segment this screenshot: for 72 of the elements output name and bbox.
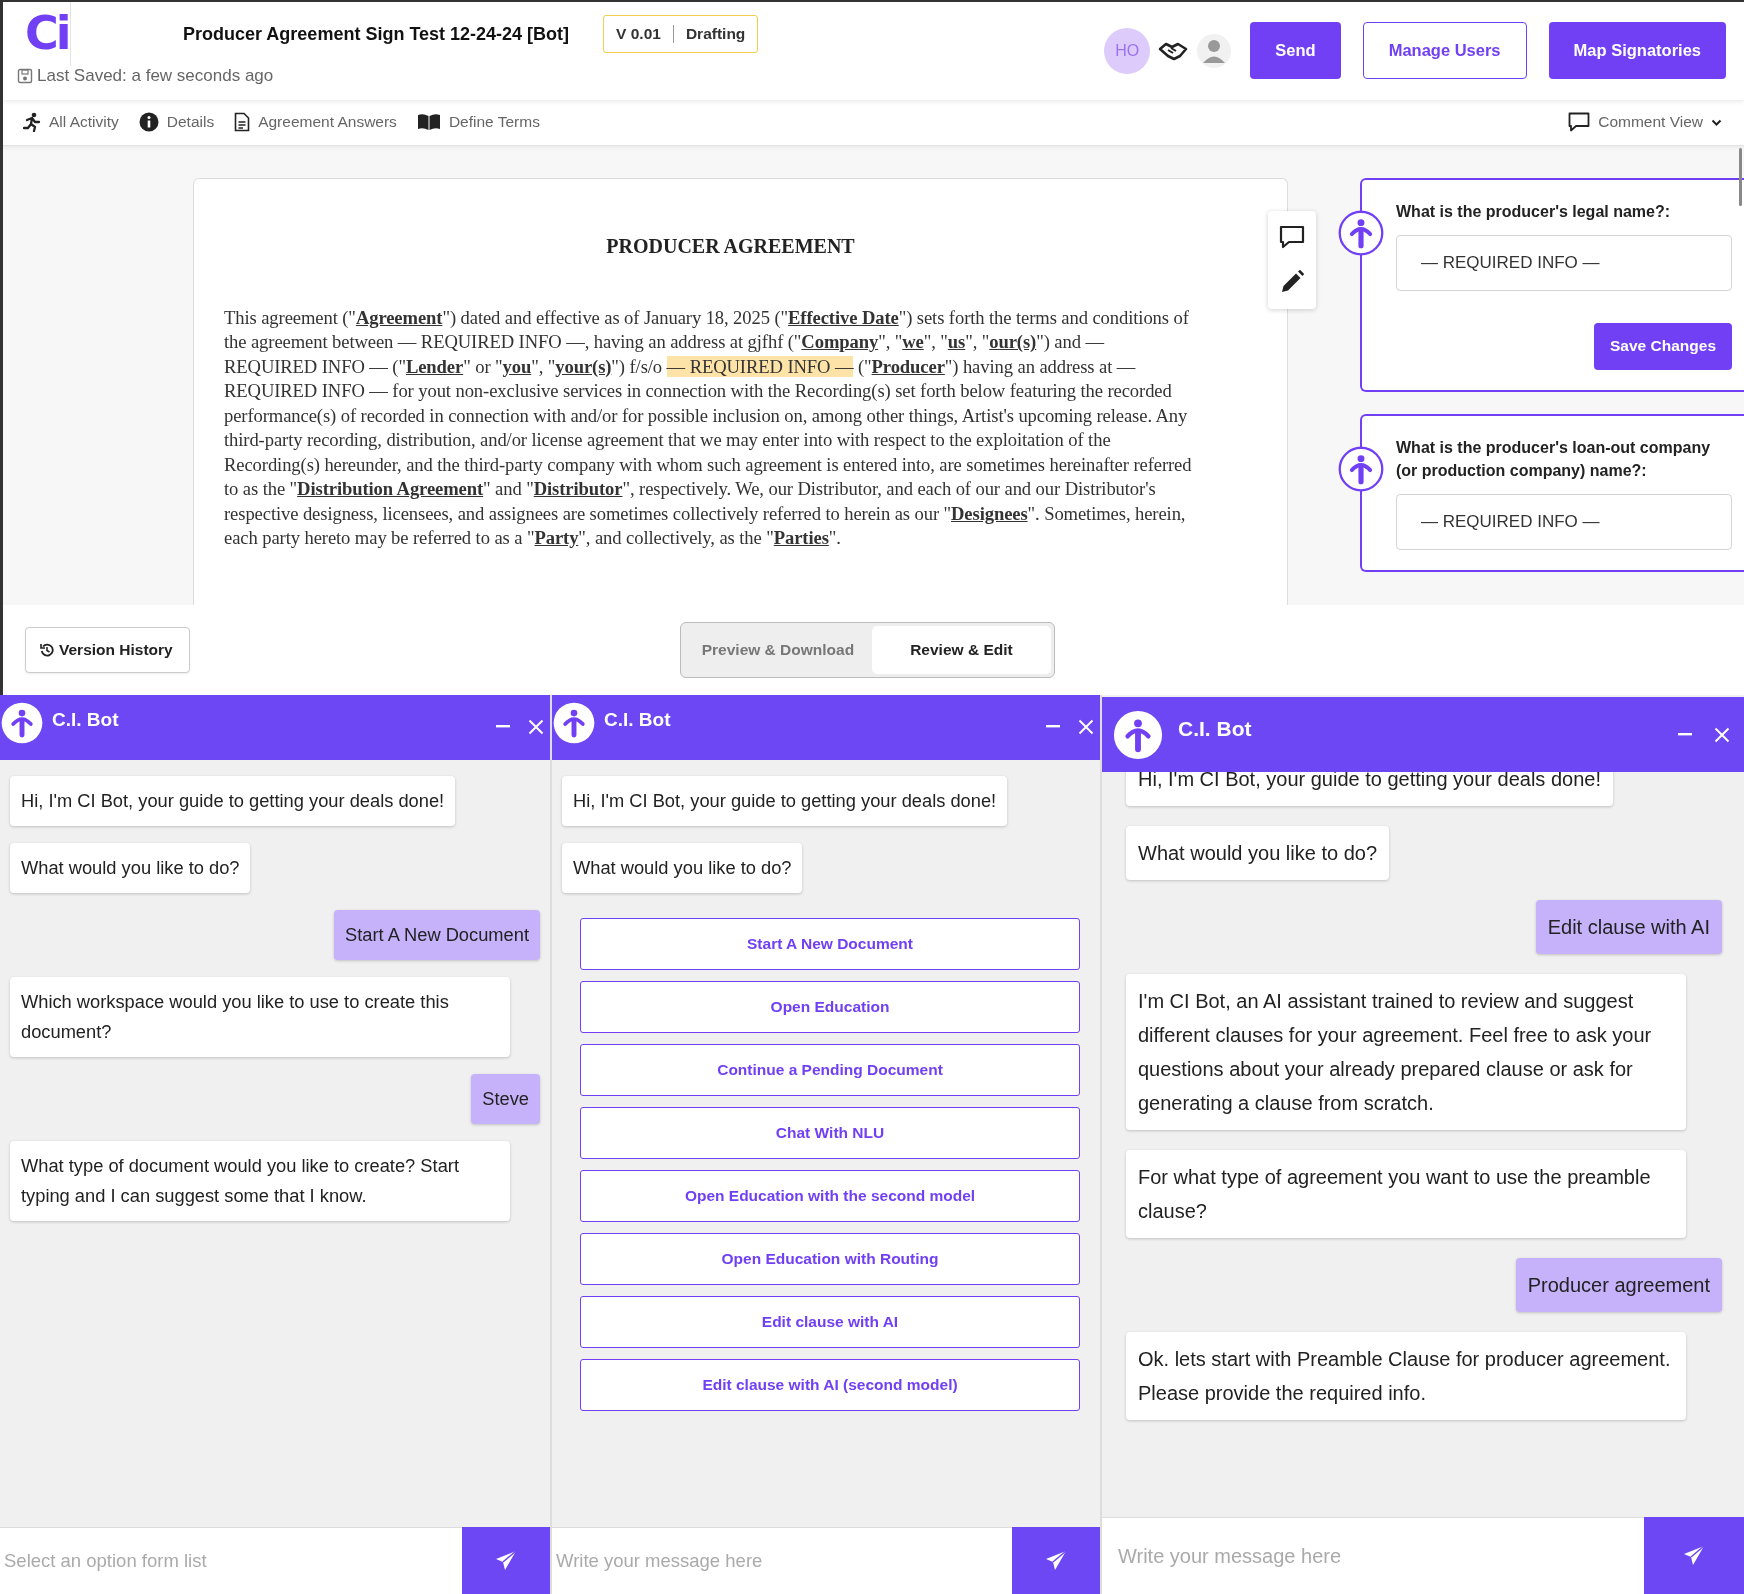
option-button[interactable]: Chat With NLU — [580, 1107, 1080, 1159]
close-icon[interactable] — [1714, 726, 1730, 743]
running-person-icon — [23, 112, 41, 133]
send-icon — [1683, 1544, 1705, 1567]
message-input[interactable]: Write your message here — [552, 1527, 1012, 1594]
bot-message: Which workspace would you like to use to create this document? — [10, 977, 510, 1057]
comment-view-dropdown[interactable]: Comment View — [1568, 112, 1722, 133]
close-icon[interactable] — [1078, 719, 1094, 735]
header-button[interactable]: Manage Users — [1362, 22, 1527, 80]
scrollbar — [1739, 147, 1742, 206]
bot-message: What would you like to do? — [562, 843, 803, 893]
bot-message: For what type of agreement you want to use the preamble clause? — [1126, 1150, 1686, 1238]
header-button[interactable]: Map Signatories — [1548, 22, 1726, 80]
save-changes-button[interactable]: Save Changes — [1594, 322, 1732, 370]
minimize-icon[interactable] — [1046, 725, 1060, 729]
document-icon — [234, 112, 251, 133]
view-toggle-option[interactable]: Review & Edit — [872, 626, 1051, 675]
bot-message: What would you like to do? — [10, 843, 251, 893]
info-icon — [138, 112, 159, 133]
chat-title: C.I. Bot — [604, 709, 672, 731]
minimize-icon[interactable] — [496, 725, 510, 729]
bot-message: I'm CI Bot, an AI assistant trained to review and suggest different clauses for your agreement. Feel free to ask your questions about your already prepared clause or ask for generating a clause from scratch. — [1126, 974, 1686, 1130]
option-button[interactable]: Edit clause with AI (second model) — [580, 1359, 1080, 1411]
option-button[interactable]: Continue a Pending Document — [580, 1044, 1080, 1096]
user-message: Start A New Document — [334, 910, 540, 960]
answer-field[interactable]: — REQUIRED INFO — — [1396, 234, 1732, 291]
last-saved-text: Last Saved: a few seconds ago — [37, 66, 274, 86]
user-message: Edit clause with AI — [1535, 900, 1722, 954]
document-paragraph: This agreement ("Agreement") dated and effective as of January 18, 2025 ("Effective Date") sets forth the terms and conditions of the agreement between — REQUIRED INFO —, having an address at gjfhf ("Company", "we", "us", "our(s)") and — REQUIRED INFO — ("Lender" or "you", "your(s)") f/s/o — REQUIRED INFO — ("Producer") having an address at — REQUIRED INFO — for yout non-exclusive services in connection with the Recording(s) set forth below featuring the recorded performance(s) of recorded in connection with and/or for possible inclusion on, among other things, Artist's upcoming release. Any third-party recording, distribution, and/or license agreement that we may enter into with respect to the exploitation of the Recording(s) hereunder, and the third-party company with whom such agreement is entered into, are sometimes hereinafter referred to as the "Distribution Agreement" and "Distributor", respectively. We, our Distributor, and each of our and our Distributor's respective designess, licensees, and assignees are sometimes collectively referred to herein as our "Designees". Sometimes, herein, each party hereto may be referred to as a "Party", and collectively, as the "Parties". — [224, 305, 1193, 551]
question-label: What is the producer's legal name?: — [1396, 201, 1672, 222]
bot-message: Ok. lets start with Preamble Clause for producer agreement. Please provide the required info. — [1126, 1332, 1686, 1420]
close-icon[interactable] — [528, 719, 544, 735]
chat-title: C.I. Bot — [1178, 716, 1253, 741]
send-icon — [495, 1549, 517, 1572]
chevron-down-icon — [1711, 118, 1722, 126]
chat-title: C.I. Bot — [52, 709, 120, 731]
nav-tab[interactable]: Define Terms — [416, 112, 540, 133]
save-icon — [17, 68, 33, 84]
comment-icon[interactable] — [1279, 224, 1305, 249]
person-avatar-icon[interactable] — [1196, 32, 1233, 69]
nav-tab[interactable]: Agreement Answers — [234, 112, 397, 133]
version-badge: V 0.01 Drafting — [603, 15, 759, 53]
user-message: Steve — [471, 1074, 540, 1124]
nav-tab[interactable]: Details — [138, 112, 215, 133]
pencil-icon[interactable] — [1279, 268, 1305, 295]
answer-field[interactable]: — REQUIRED INFO — — [1396, 493, 1732, 550]
message-input[interactable]: Select an option form list — [0, 1527, 462, 1594]
comment-icon — [1568, 112, 1591, 133]
user-message: Producer agreement — [1515, 1258, 1722, 1312]
bot-message: Hi, I'm CI Bot, your guide to getting your deals done! — [10, 776, 456, 826]
book-icon — [416, 113, 441, 132]
bot-message: Hi, I'm CI Bot, your guide to getting your deals done! — [562, 776, 1008, 826]
option-button[interactable]: Start A New Document — [580, 918, 1080, 970]
document-title: Producer Agreement Sign Test 12-24-24 [Bot] — [183, 23, 570, 45]
question-label: What is the producer's loan-out company (or production company) name?: — [1396, 437, 1712, 481]
view-toggle-option[interactable]: Preview & Download — [683, 626, 873, 675]
logo: Ci — [3, 2, 71, 66]
option-button[interactable]: Open Education — [580, 981, 1080, 1033]
send-icon — [1045, 1549, 1067, 1572]
bot-message: What type of document would you like to create? Start typing and I can suggest some that I know. — [10, 1141, 510, 1221]
version-history-button[interactable]: Version History — [25, 627, 190, 674]
history-icon — [40, 643, 54, 658]
bot-message: What would you like to do? — [1126, 826, 1390, 880]
header-button[interactable]: Send — [1250, 22, 1341, 80]
nav-tab[interactable]: All Activity — [23, 112, 119, 133]
document-heading: PRODUCER AGREEMENT — [605, 234, 856, 258]
message-input[interactable]: Write your message here — [1102, 1517, 1644, 1594]
option-button[interactable]: Open Education with the second model — [580, 1170, 1080, 1222]
option-button[interactable]: Open Education with Routing — [580, 1233, 1080, 1285]
option-button[interactable]: Edit clause with AI — [580, 1296, 1080, 1348]
minimize-icon[interactable] — [1678, 732, 1692, 737]
bot-avatar-icon — [1112, 708, 1164, 761]
